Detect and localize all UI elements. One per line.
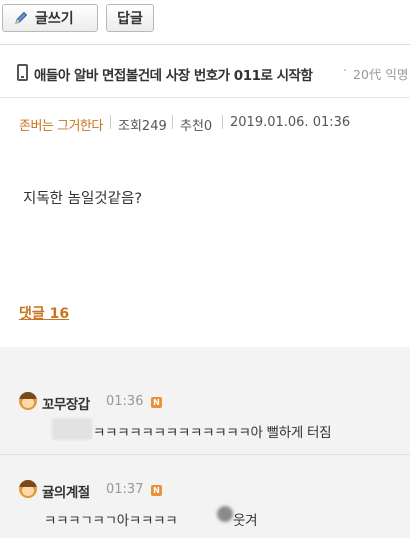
pencil-icon: [15, 11, 28, 24]
blurred-emoji: [217, 506, 233, 522]
board-link[interactable]: 20代 익명: [353, 64, 408, 83]
post-date: 2019.01.06. 01:36: [230, 115, 351, 130]
top-toolbar: 글쓰기 답글: [0, 0, 410, 44]
reply-button[interactable]: 답글: [106, 4, 154, 32]
comment-section: 꼬무장갑 01:36 N ㅋㅋㅋㅋㅋㅋㅋㅋㅋㅋㅋㅋㅋ아 뻘하게 터짐 귤의계절 …: [0, 347, 410, 538]
phone-icon: [17, 64, 28, 81]
view-count: 조회249: [118, 119, 167, 134]
comment-author[interactable]: 귤의계절: [42, 481, 90, 501]
meta-divider: [110, 115, 111, 129]
new-badge-icon: N: [151, 485, 162, 496]
avatar-icon: [19, 480, 37, 498]
meta-divider: [222, 115, 223, 129]
comment-text: ㅋㅋㅋㄱㅋㄱ아ㅋㅋㅋㅋ: [44, 513, 178, 529]
post-author[interactable]: 존버는 그거한다: [19, 115, 103, 134]
title-divider: [0, 97, 410, 98]
title-separator: ·: [343, 64, 348, 79]
comment-time: 01:36: [106, 394, 144, 409]
reply-button-label: 답글: [117, 11, 143, 27]
post-body: 지독한 놈일것같음?: [23, 191, 143, 207]
comment-divider: [0, 454, 410, 455]
post-meta: 존버는 그거한다 조회249 추천0 2019.01.06. 01:36: [0, 110, 410, 136]
toolbar-divider: [0, 44, 410, 45]
avatar-icon: [19, 392, 37, 410]
post-title: 애들아 알바 면접볼건데 사장 번호가 011로 시작함: [34, 68, 313, 84]
comment-text-after: 웃겨: [233, 513, 258, 529]
comment-text: ㅋㅋㅋㅋㅋㅋㅋㅋㅋㅋㅋㅋㅋ아 뻘하게 터짐: [93, 425, 332, 441]
post-title-bar: 애들아 알바 면접볼건데 사장 번호가 011로 시작함 · 20代 익명: [0, 56, 410, 92]
new-badge-icon: N: [151, 397, 162, 408]
comment-time: 01:37: [106, 482, 144, 497]
recommend-count: 추천0: [180, 119, 213, 134]
write-button-label: 글쓰기: [35, 11, 74, 27]
comments-link[interactable]: 댓글 16: [19, 303, 69, 323]
meta-divider: [172, 115, 173, 129]
blurred-text: [52, 418, 92, 440]
comment-author[interactable]: 꼬무장갑: [42, 393, 90, 413]
write-button[interactable]: 글쓰기: [2, 4, 98, 32]
